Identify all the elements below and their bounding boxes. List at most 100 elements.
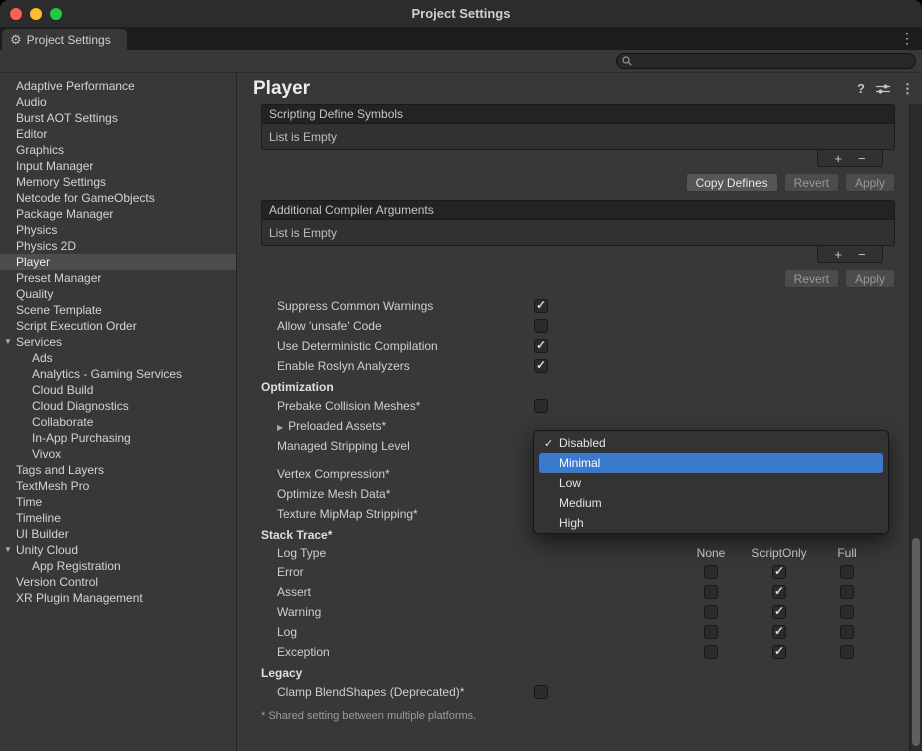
sidebar-item-unity-cloud[interactable]: ▼Unity Cloud — [0, 542, 236, 558]
checkbox[interactable] — [840, 645, 854, 659]
checkbox[interactable] — [534, 299, 548, 313]
sidebar-item-cloud-diagnostics[interactable]: Cloud Diagnostics — [0, 398, 236, 414]
revert-button[interactable]: Revert — [784, 269, 839, 288]
checkbox[interactable] — [534, 319, 548, 333]
sidebar-item-label: Physics 2D — [16, 239, 76, 253]
sidebar-item-script-execution-order[interactable]: Script Execution Order — [0, 318, 236, 334]
sidebar-item-netcode-for-gameobjects[interactable]: Netcode for GameObjects — [0, 190, 236, 206]
checkbox[interactable] — [840, 585, 854, 599]
help-icon[interactable]: ? — [857, 82, 865, 95]
sidebar-item-timeline[interactable]: Timeline — [0, 510, 236, 526]
sidebar-item-label: Time — [16, 495, 42, 509]
sidebar-item-in-app-purchasing[interactable]: In-App Purchasing — [0, 430, 236, 446]
checkbox[interactable] — [840, 625, 854, 639]
sidebar-item-time[interactable]: Time — [0, 494, 236, 510]
dropdown-option-disabled[interactable]: ✓Disabled — [539, 433, 883, 453]
sidebar-item-player[interactable]: Player — [0, 254, 236, 270]
zoom-button[interactable] — [50, 8, 62, 20]
list-header: Additional Compiler Arguments — [261, 200, 895, 219]
more-menu-icon[interactable]: ⋮ — [901, 82, 914, 95]
presets-icon[interactable] — [876, 83, 890, 95]
sidebar-item-textmesh-pro[interactable]: TextMesh Pro — [0, 478, 236, 494]
checkbox[interactable] — [772, 565, 786, 579]
sidebar-item-preset-manager[interactable]: Preset Manager — [0, 270, 236, 286]
checkbox[interactable] — [704, 605, 718, 619]
list-empty-label: List is Empty — [261, 219, 895, 246]
vertical-scrollbar[interactable] — [909, 104, 922, 751]
setting-label: Vertex Compression* — [277, 467, 534, 481]
log-type-label: Exception — [277, 645, 677, 659]
remove-button[interactable]: − — [858, 152, 866, 165]
dropdown-option-label: Medium — [559, 496, 602, 510]
copy-defines-button[interactable]: Copy Defines — [686, 173, 778, 192]
apply-button[interactable]: Apply — [845, 269, 895, 288]
sidebar-item-input-manager[interactable]: Input Manager — [0, 158, 236, 174]
sidebar-item-audio[interactable]: Audio — [0, 94, 236, 110]
sidebar-item-services[interactable]: ▼Services — [0, 334, 236, 350]
checkbox[interactable] — [772, 625, 786, 639]
scrollbar-thumb[interactable] — [912, 538, 920, 746]
checkbox[interactable] — [840, 565, 854, 579]
search-input[interactable] — [636, 55, 909, 67]
sidebar-item-editor[interactable]: Editor — [0, 126, 236, 142]
add-button[interactable]: + — [834, 152, 842, 165]
sidebar-item-memory-settings[interactable]: Memory Settings — [0, 174, 236, 190]
minimize-button[interactable] — [30, 8, 42, 20]
foldout-open-icon[interactable]: ▼ — [4, 337, 12, 346]
sidebar-item-label: Version Control — [16, 575, 98, 589]
checkbox[interactable] — [772, 645, 786, 659]
sidebar-item-collaborate[interactable]: Collaborate — [0, 414, 236, 430]
dropdown-option-minimal[interactable]: Minimal — [539, 453, 883, 473]
checkbox[interactable] — [534, 339, 548, 353]
sidebar-item-scene-template[interactable]: Scene Template — [0, 302, 236, 318]
add-button[interactable]: + — [834, 248, 842, 261]
foldout-closed-icon[interactable]: ▶ — [277, 423, 283, 432]
checkbox[interactable] — [534, 399, 548, 413]
project-settings-window: Project Settings ⚙ Project Settings ⋮ Ad… — [0, 0, 922, 751]
log-type-label: Log Type — [277, 546, 677, 560]
sidebar-item-label: Package Manager — [16, 207, 113, 221]
stripping-level-dropdown-popup: ✓Disabled Minimal Low Medium High — [533, 430, 889, 534]
tab-project-settings[interactable]: ⚙ Project Settings — [2, 29, 127, 50]
sidebar-item-analytics-gaming-services[interactable]: Analytics - Gaming Services — [0, 366, 236, 382]
dropdown-option-high[interactable]: High — [539, 513, 883, 533]
sidebar-item-xr-plugin-management[interactable]: XR Plugin Management — [0, 590, 236, 606]
sidebar-item-tags-and-layers[interactable]: Tags and Layers — [0, 462, 236, 478]
close-button[interactable] — [10, 8, 22, 20]
sidebar-item-ui-builder[interactable]: UI Builder — [0, 526, 236, 542]
sidebar-item-quality[interactable]: Quality — [0, 286, 236, 302]
sidebar-item-burst-aot-settings[interactable]: Burst AOT Settings — [0, 110, 236, 126]
checkbox[interactable] — [534, 685, 548, 699]
sidebar-item-label: Vivox — [32, 447, 61, 461]
setting-label: Texture MipMap Stripping* — [277, 507, 534, 521]
sidebar-item-graphics[interactable]: Graphics — [0, 142, 236, 158]
sidebar-item-vivox[interactable]: Vivox — [0, 446, 236, 462]
checkbox[interactable] — [772, 585, 786, 599]
sidebar-item-cloud-build[interactable]: Cloud Build — [0, 382, 236, 398]
checkbox[interactable] — [772, 605, 786, 619]
checkbox[interactable] — [704, 565, 718, 579]
checkbox[interactable] — [704, 645, 718, 659]
sidebar-item-app-registration[interactable]: App Registration — [0, 558, 236, 574]
checkbox[interactable] — [534, 359, 548, 373]
sidebar-item-adaptive-performance[interactable]: Adaptive Performance — [0, 78, 236, 94]
sidebar-item-version-control[interactable]: Version Control — [0, 574, 236, 590]
dropdown-option-low[interactable]: Low — [539, 473, 883, 493]
checkbox[interactable] — [704, 585, 718, 599]
sidebar-item-package-manager[interactable]: Package Manager — [0, 206, 236, 222]
sidebar-item-ads[interactable]: Ads — [0, 350, 236, 366]
define-symbol-groups: Scripting Define SymbolsList is Empty+−C… — [261, 104, 895, 288]
toolbar — [0, 50, 922, 73]
checkbox[interactable] — [840, 605, 854, 619]
checkbox[interactable] — [704, 625, 718, 639]
dropdown-option-medium[interactable]: Medium — [539, 493, 883, 513]
tab-menu-icon[interactable]: ⋮ — [900, 31, 914, 45]
search-box[interactable] — [616, 53, 916, 69]
apply-button[interactable]: Apply — [845, 173, 895, 192]
foldout-open-icon[interactable]: ▼ — [4, 545, 12, 554]
revert-button[interactable]: Revert — [784, 173, 839, 192]
sidebar-item-physics-2d[interactable]: Physics 2D — [0, 238, 236, 254]
sidebar-item-physics[interactable]: Physics — [0, 222, 236, 238]
dropdown-option-label: Minimal — [559, 456, 600, 470]
remove-button[interactable]: − — [858, 248, 866, 261]
